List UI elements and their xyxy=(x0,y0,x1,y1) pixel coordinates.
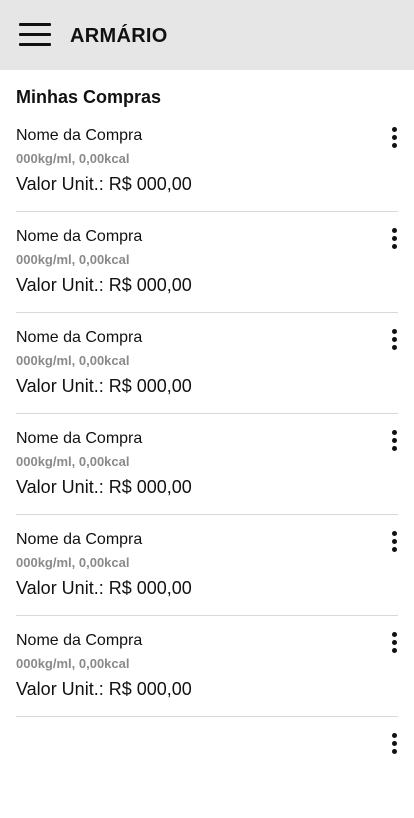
purchase-list-item[interactable]: Nome da Compra 000kg/ml, 0,00kcal Valor … xyxy=(0,515,414,616)
page-title: ARMÁRIO xyxy=(70,25,168,47)
purchase-details: 000kg/ml, 0,00kcal xyxy=(16,555,130,570)
purchase-unit-price: Valor Unit.: R$ 000,00 xyxy=(16,679,192,699)
more-vertical-icon[interactable] xyxy=(384,630,406,656)
menu-bar-line xyxy=(19,23,51,26)
purchase-name: Nome da Compra xyxy=(16,430,143,447)
purchase-details: 000kg/ml, 0,00kcal xyxy=(16,656,130,671)
kebab-dot xyxy=(392,438,397,443)
kebab-dot xyxy=(392,640,397,645)
app-bar: ARMÁRIO xyxy=(0,0,414,70)
kebab-dot xyxy=(392,135,397,140)
kebab-dot xyxy=(392,648,397,653)
more-vertical-icon[interactable] xyxy=(384,327,406,353)
purchase-list-item[interactable]: Nome da Compra 000kg/ml, 0,00kcal Valor … xyxy=(0,212,414,313)
more-vertical-icon[interactable] xyxy=(384,529,406,555)
purchase-details: 000kg/ml, 0,00kcal xyxy=(16,454,130,469)
kebab-dot xyxy=(392,632,397,637)
purchase-list: Nome da Compra 000kg/ml, 0,00kcal Valor … xyxy=(0,111,414,818)
kebab-dot xyxy=(392,539,397,544)
purchase-details: 000kg/ml, 0,00kcal xyxy=(16,252,130,267)
more-vertical-icon[interactable] xyxy=(384,428,406,454)
kebab-dot xyxy=(392,337,397,342)
menu-bar-line xyxy=(19,33,51,36)
kebab-dot xyxy=(392,127,397,132)
more-vertical-icon[interactable] xyxy=(384,226,406,252)
purchase-list-item[interactable]: Nome da Compra 000kg/ml, 0,00kcal Valor … xyxy=(0,313,414,414)
purchase-list-item[interactable]: Nome da Compra 000kg/ml, 0,00kcal Valor … xyxy=(0,414,414,515)
kebab-dot xyxy=(392,547,397,552)
purchase-name: Nome da Compra xyxy=(16,531,143,548)
purchase-list-item[interactable]: Nome da Compra 000kg/ml, 0,00kcal Valor … xyxy=(0,111,414,212)
purchase-details: 000kg/ml, 0,00kcal xyxy=(16,353,130,368)
purchase-name: Nome da Compra xyxy=(16,329,143,346)
section-title: Minhas Compras xyxy=(16,87,162,107)
purchase-unit-price: Valor Unit.: R$ 000,00 xyxy=(16,275,192,295)
kebab-dot xyxy=(392,143,397,148)
kebab-dot xyxy=(392,244,397,249)
purchase-unit-price: Valor Unit.: R$ 000,00 xyxy=(16,376,192,396)
kebab-dot xyxy=(392,749,397,754)
purchase-unit-price: Valor Unit.: R$ 000,00 xyxy=(16,174,192,194)
purchase-list-item[interactable] xyxy=(0,717,414,818)
purchase-list-item[interactable]: Nome da Compra 000kg/ml, 0,00kcal Valor … xyxy=(0,616,414,717)
kebab-dot xyxy=(392,446,397,451)
purchase-name: Nome da Compra xyxy=(16,632,143,649)
purchase-details: 000kg/ml, 0,00kcal xyxy=(16,151,130,166)
menu-bar-line xyxy=(19,43,51,46)
purchase-name: Nome da Compra xyxy=(16,228,143,245)
purchase-unit-price: Valor Unit.: R$ 000,00 xyxy=(16,477,192,497)
purchase-unit-price: Valor Unit.: R$ 000,00 xyxy=(16,578,192,598)
kebab-dot xyxy=(392,345,397,350)
hamburger-menu-icon[interactable] xyxy=(18,22,52,48)
kebab-dot xyxy=(392,430,397,435)
kebab-dot xyxy=(392,741,397,746)
kebab-dot xyxy=(392,236,397,241)
kebab-dot xyxy=(392,228,397,233)
purchase-name: Nome da Compra xyxy=(16,127,143,144)
kebab-dot xyxy=(392,531,397,536)
more-vertical-icon[interactable] xyxy=(384,125,406,151)
more-vertical-icon[interactable] xyxy=(384,731,406,757)
kebab-dot xyxy=(392,329,397,334)
